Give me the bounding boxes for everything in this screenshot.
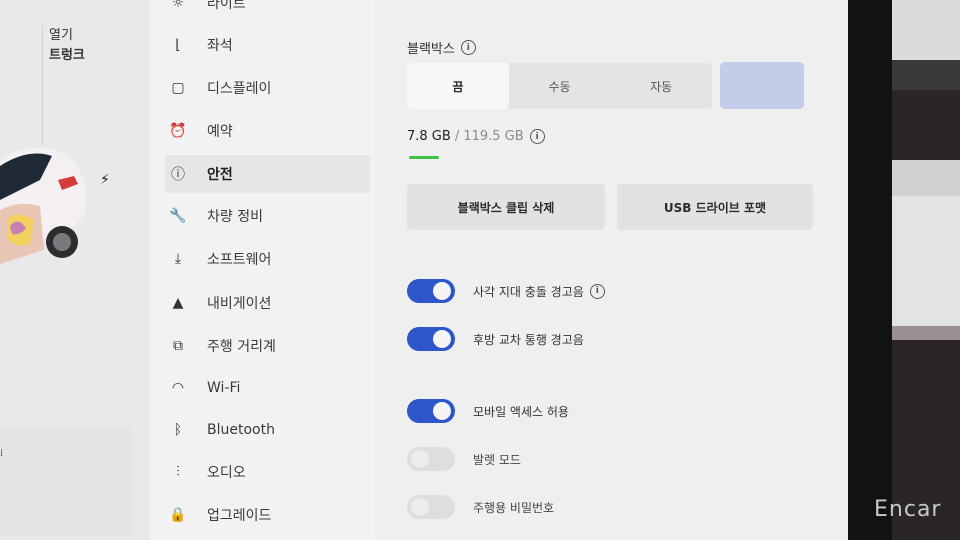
- mobile-access-toggle[interactable]: [407, 399, 455, 423]
- storage-total: / 119.5 GB: [454, 129, 524, 144]
- selection-highlight: [720, 62, 804, 109]
- navigation-arrow-icon: ▲: [172, 295, 184, 311]
- storage-used: 7.8 GB: [407, 129, 451, 144]
- menu-item-label: 라이트: [207, 0, 246, 12]
- info-icon[interactable]: i: [589, 283, 605, 299]
- storage-usage-bar: [409, 156, 439, 159]
- dashcam-title-text: 블랙박스: [407, 42, 455, 57]
- menu-item-label: 소프트웨어: [207, 252, 272, 268]
- trunk-button[interactable]: 트렁크: [49, 46, 159, 66]
- format-usb-button[interactable]: USB 드라이브 포맷: [617, 184, 813, 230]
- menu-item-trips[interactable]: ⧉ 주행 거리계: [165, 327, 370, 365]
- menu-item-label: 예약: [207, 124, 233, 140]
- menu-item-label: 업그레이드: [207, 508, 272, 524]
- toggle-row-rear-cross-traffic-chime: 후방 교차 통행 경고음: [407, 326, 584, 352]
- menu-item-service[interactable]: 🔧 차량 정비: [165, 197, 370, 235]
- menu-item-seats[interactable]: ⌊ 좌석: [165, 26, 370, 64]
- car-status-panel: 열기 트렁크 ⚡ ⁞: [0, 0, 150, 540]
- charging-bolt-icon: ⚡: [100, 172, 110, 188]
- menu-item-audio[interactable]: ⫶ 오디오: [165, 453, 370, 491]
- menu-item-upgrades[interactable]: 🔒 업그레이드: [165, 496, 370, 534]
- quick-controls: 열기 트렁크: [42, 26, 159, 146]
- toggle-knob: [433, 330, 451, 348]
- wifi-icon: ◠: [171, 380, 185, 396]
- car-image: [0, 147, 86, 264]
- dashcam-option-off[interactable]: 끔: [407, 63, 509, 109]
- settings-menu: ☼ 라이트 ⌊ 좌석 ▢ 디스플레이 ⏰ 예약 ⓘ 안전 🔧 차량 정비 ⤓ 소…: [150, 0, 375, 540]
- menu-item-safety[interactable]: ⓘ 안전: [165, 155, 370, 193]
- toggle-knob: [411, 450, 429, 468]
- menu-item-software[interactable]: ⤓ 소프트웨어: [165, 240, 370, 278]
- screen-bezel: [848, 0, 892, 540]
- media-card-indicator: ⁞: [0, 448, 4, 459]
- toggle-label: 주행용 비밀번호: [473, 500, 555, 515]
- toggle-label-text: 사각 지대 충돌 경고음: [473, 284, 584, 299]
- display-icon: ▢: [171, 80, 185, 96]
- menu-item-label: 오디오: [207, 465, 246, 481]
- delete-dashcam-clips-button[interactable]: 블랙박스 클립 삭제: [407, 184, 605, 230]
- menu-item-display[interactable]: ▢ 디스플레이: [165, 69, 370, 107]
- safety-settings-panel: 블랙박스 i 끔 수동 자동 7.8 GB / 119.5 GB i 블랙박스 …: [375, 0, 848, 540]
- menu-item-label: 주행 거리계: [207, 339, 276, 355]
- sun-icon: ☼: [171, 0, 185, 11]
- touchscreen: 열기 트렁크 ⚡ ⁞ ☼ 라이트 ⌊ 좌석 ▢ 디스플레이 ⏰ 예약 ⓘ 안전 …: [0, 0, 848, 540]
- odometer-icon: ⧉: [173, 338, 183, 354]
- toggle-row-blind-spot-chime: 사각 지대 충돌 경고음 i: [407, 278, 605, 304]
- menu-item-lights[interactable]: ☼ 라이트: [165, 0, 370, 22]
- seat-icon: ⌊: [175, 37, 181, 53]
- toggle-label: 모바일 액세스 허용: [473, 404, 569, 419]
- media-card[interactable]: ⁞: [0, 428, 132, 536]
- dashcam-option-manual[interactable]: 수동: [509, 63, 611, 109]
- info-icon[interactable]: i: [460, 40, 476, 55]
- info-icon[interactable]: i: [529, 129, 545, 144]
- wrench-icon: 🔧: [169, 208, 187, 224]
- menu-item-label: 디스플레이: [207, 81, 272, 97]
- bluetooth-icon: ᛒ: [173, 422, 183, 438]
- toggle-label: 사각 지대 충돌 경고음 i: [473, 283, 605, 300]
- toggle-knob: [433, 282, 451, 300]
- valet-mode-toggle[interactable]: [407, 447, 455, 471]
- menu-item-label: 차량 정비: [207, 209, 263, 225]
- toggle-label: 발렛 모드: [473, 452, 521, 467]
- background-scene: [892, 0, 960, 540]
- toggle-knob: [411, 498, 429, 516]
- toggle-row-pin-to-drive: 주행용 비밀번호: [407, 494, 554, 520]
- alert-circle-icon: ⓘ: [171, 167, 185, 183]
- storage-readout: 7.8 GB / 119.5 GB i: [407, 129, 545, 144]
- menu-item-schedule[interactable]: ⏰ 예약: [165, 112, 370, 150]
- menu-item-label: Bluetooth: [207, 422, 275, 438]
- pin-to-drive-toggle[interactable]: [407, 495, 455, 519]
- rear-cross-traffic-chime-toggle[interactable]: [407, 327, 455, 351]
- menu-item-wifi[interactable]: ◠ Wi-Fi: [165, 369, 370, 407]
- menu-item-label: 좌석: [207, 38, 233, 54]
- dashcam-title: 블랙박스 i: [407, 38, 476, 57]
- menu-item-label: Wi-Fi: [207, 380, 241, 396]
- alarm-clock-icon: ⏰: [169, 123, 187, 139]
- menu-item-navigation[interactable]: ▲ 내비게이션: [165, 284, 370, 322]
- menu-item-label: 내비게이션: [207, 296, 272, 312]
- toggle-row-mobile-access: 모바일 액세스 허용: [407, 398, 569, 424]
- menu-item-bluetooth[interactable]: ᛒ Bluetooth: [165, 411, 370, 449]
- toggle-knob: [433, 402, 451, 420]
- toggle-label: 후방 교차 통행 경고음: [473, 332, 584, 347]
- quick-open-label[interactable]: 열기: [49, 26, 159, 46]
- menu-item-label: 안전: [207, 167, 233, 183]
- watermark: Encar: [874, 497, 942, 522]
- lock-icon: 🔒: [169, 507, 187, 523]
- toggle-row-valet-mode: 발렛 모드: [407, 446, 521, 472]
- download-icon: ⤓: [174, 251, 182, 267]
- dashcam-option-auto[interactable]: 자동: [610, 63, 712, 109]
- dashcam-mode-selector: 끔 수동 자동: [407, 63, 712, 109]
- blind-spot-chime-toggle[interactable]: [407, 279, 455, 303]
- equalizer-icon: ⫶: [176, 464, 180, 480]
